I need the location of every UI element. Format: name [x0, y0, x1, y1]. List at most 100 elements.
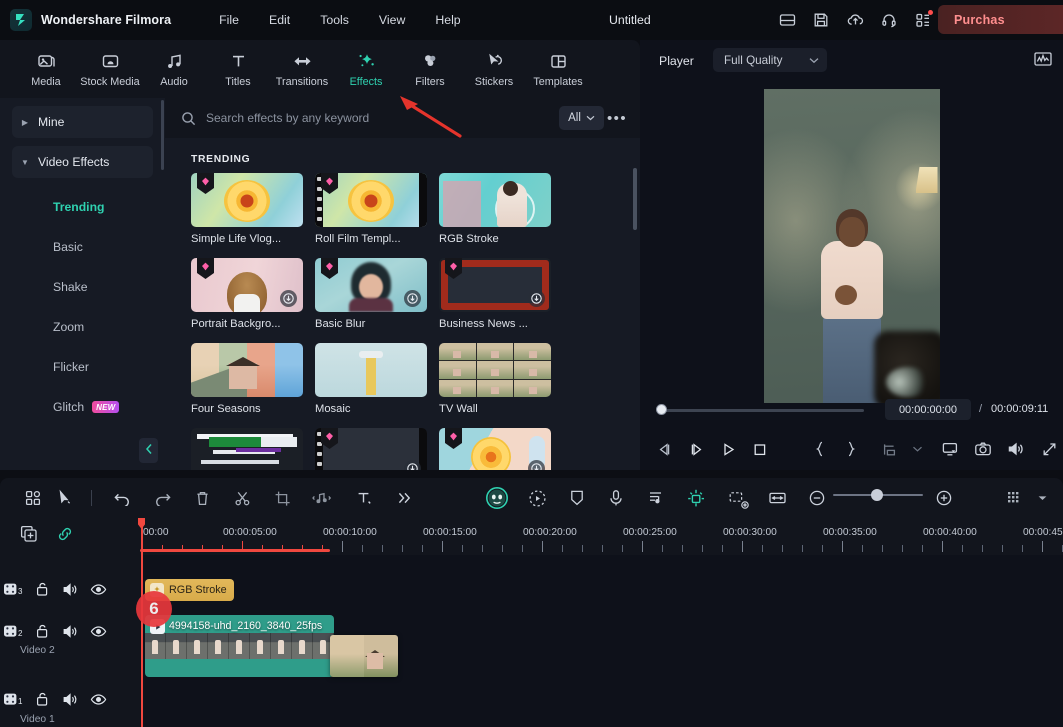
- effect-card[interactable]: Portrait Backgro...: [191, 258, 303, 330]
- sidebar-item-basic[interactable]: Basic: [0, 227, 165, 267]
- select-tool-button[interactable]: [53, 486, 77, 510]
- layout-icon[interactable]: [778, 11, 796, 29]
- lock-open-icon[interactable]: [28, 623, 56, 639]
- sidebar-item-glitch[interactable]: Glitch NEW: [0, 387, 165, 427]
- apps-grid-icon[interactable]: [914, 11, 932, 29]
- menu-view[interactable]: View: [364, 8, 420, 32]
- stop-button[interactable]: [747, 436, 773, 462]
- effects-filter-dropdown[interactable]: All: [559, 106, 604, 130]
- eye-icon[interactable]: [84, 583, 112, 596]
- audio-detach-button[interactable]: [310, 486, 334, 510]
- video-clip[interactable]: 4994158-uhd_2160_3840_25fps: [145, 615, 334, 677]
- tab-templates[interactable]: Templates: [526, 43, 590, 95]
- effect-card[interactable]: Simple Life Vlog...: [191, 173, 303, 245]
- speaker-icon[interactable]: [56, 692, 84, 707]
- cloud-upload-icon[interactable]: [846, 11, 864, 29]
- headset-support-icon[interactable]: [880, 11, 898, 29]
- effect-card[interactable]: Four Seasons: [191, 343, 303, 415]
- download-icon[interactable]: [404, 460, 421, 470]
- effect-card[interactable]: Basic Blur: [315, 258, 427, 330]
- sidebar-item-shake[interactable]: Shake: [0, 267, 165, 307]
- volume-button[interactable]: [1003, 436, 1029, 462]
- link-chain-icon[interactable]: [56, 525, 74, 548]
- effects-scrollbar[interactable]: [633, 168, 637, 230]
- record-voiceover-button[interactable]: [604, 486, 628, 510]
- split-button[interactable]: [230, 486, 254, 510]
- keyframe-button[interactable]: [876, 436, 902, 462]
- playback-progress-handle[interactable]: [656, 404, 667, 415]
- play-button[interactable]: [715, 436, 741, 462]
- ai-face-button[interactable]: [484, 485, 510, 511]
- tab-effects[interactable]: Effects: [334, 43, 398, 95]
- crop-button[interactable]: [270, 486, 294, 510]
- tab-stock-media[interactable]: Stock Media: [78, 43, 142, 95]
- sidebar-collapse-button[interactable]: [139, 438, 158, 463]
- sidebar-item-trending[interactable]: Trending: [0, 187, 165, 227]
- zoom-out-button[interactable]: [805, 486, 829, 510]
- quality-select[interactable]: Full Quality: [713, 48, 827, 72]
- tab-titles[interactable]: Titles: [206, 43, 270, 95]
- save-icon[interactable]: [812, 11, 830, 29]
- text-button[interactable]: [352, 486, 376, 510]
- lock-open-icon[interactable]: [28, 691, 56, 707]
- zoom-slider-handle[interactable]: [871, 489, 883, 501]
- tab-media[interactable]: Media: [14, 43, 78, 95]
- tab-audio[interactable]: Audio: [142, 43, 206, 95]
- download-icon[interactable]: [404, 290, 421, 307]
- tab-filters[interactable]: Filters: [398, 43, 462, 95]
- download-icon[interactable]: [528, 290, 545, 307]
- speaker-icon[interactable]: [56, 624, 84, 639]
- effect-card[interactable]: Roll Film Templ...: [315, 173, 427, 245]
- effect-card[interactable]: [315, 428, 427, 470]
- audio-waveform-icon[interactable]: [1033, 50, 1053, 70]
- menu-help[interactable]: Help: [420, 8, 475, 32]
- current-timecode[interactable]: 00:00:00:00: [885, 399, 971, 420]
- keyframe-dropdown[interactable]: [904, 436, 930, 462]
- track-2-lane[interactable]: 4994158-uhd_2160_3840_25fps: [140, 615, 1063, 677]
- snapshot-button[interactable]: [970, 436, 996, 462]
- menu-edit[interactable]: Edit: [254, 8, 305, 32]
- grid-view-button[interactable]: [21, 486, 45, 510]
- effect-card[interactable]: Mosaic: [315, 343, 427, 415]
- fullscreen-button[interactable]: [1036, 436, 1062, 462]
- menu-tools[interactable]: Tools: [305, 8, 364, 32]
- sidebar-item-zoom[interactable]: Zoom: [0, 307, 165, 347]
- caret-down-icon[interactable]: [1030, 486, 1054, 510]
- sidebar-scrollbar[interactable]: [161, 100, 164, 170]
- playback-progress-track[interactable]: [660, 409, 864, 412]
- speaker-icon[interactable]: [56, 582, 84, 597]
- more-tools-button[interactable]: [392, 486, 416, 510]
- mask-button[interactable]: [565, 486, 589, 510]
- audio-mixer-button[interactable]: [644, 486, 668, 510]
- green-screen-button[interactable]: [725, 486, 749, 510]
- motion-tracking-button[interactable]: [525, 486, 549, 510]
- tab-stickers[interactable]: Stickers: [462, 43, 526, 95]
- zoom-in-button[interactable]: [932, 486, 956, 510]
- download-icon[interactable]: [528, 460, 545, 470]
- sidebar-group-video-effects[interactable]: ▼ Video Effects: [12, 146, 153, 178]
- mark-out-button[interactable]: [838, 436, 864, 462]
- sidebar-item-flicker[interactable]: Flicker: [0, 347, 165, 387]
- mark-in-button[interactable]: [806, 436, 832, 462]
- effects-more-button[interactable]: •••: [604, 106, 630, 130]
- display-mode-button[interactable]: [937, 436, 963, 462]
- timeline-settings-button[interactable]: [1003, 486, 1027, 510]
- effect-card[interactable]: [439, 428, 551, 470]
- eye-icon[interactable]: [84, 693, 112, 706]
- prev-frame-button[interactable]: [651, 436, 677, 462]
- search-input[interactable]: [206, 111, 559, 125]
- effect-card[interactable]: Business News ...: [439, 258, 551, 330]
- track-1-lane[interactable]: [140, 695, 1063, 727]
- keyframe-panel-button[interactable]: [684, 486, 708, 510]
- download-icon[interactable]: [280, 290, 297, 307]
- lock-open-icon[interactable]: [28, 581, 56, 597]
- undo-button[interactable]: [110, 486, 134, 510]
- menu-file[interactable]: File: [204, 8, 254, 32]
- track-3-lane[interactable]: RGB Stroke: [140, 573, 1063, 607]
- effect-card[interactable]: TV Wall: [439, 343, 551, 415]
- eye-icon[interactable]: [84, 625, 112, 638]
- purchase-button[interactable]: Purchas: [938, 5, 1063, 34]
- delete-button[interactable]: [190, 486, 214, 510]
- effect-card[interactable]: RGB Stroke: [439, 173, 551, 245]
- next-frame-button[interactable]: [683, 436, 709, 462]
